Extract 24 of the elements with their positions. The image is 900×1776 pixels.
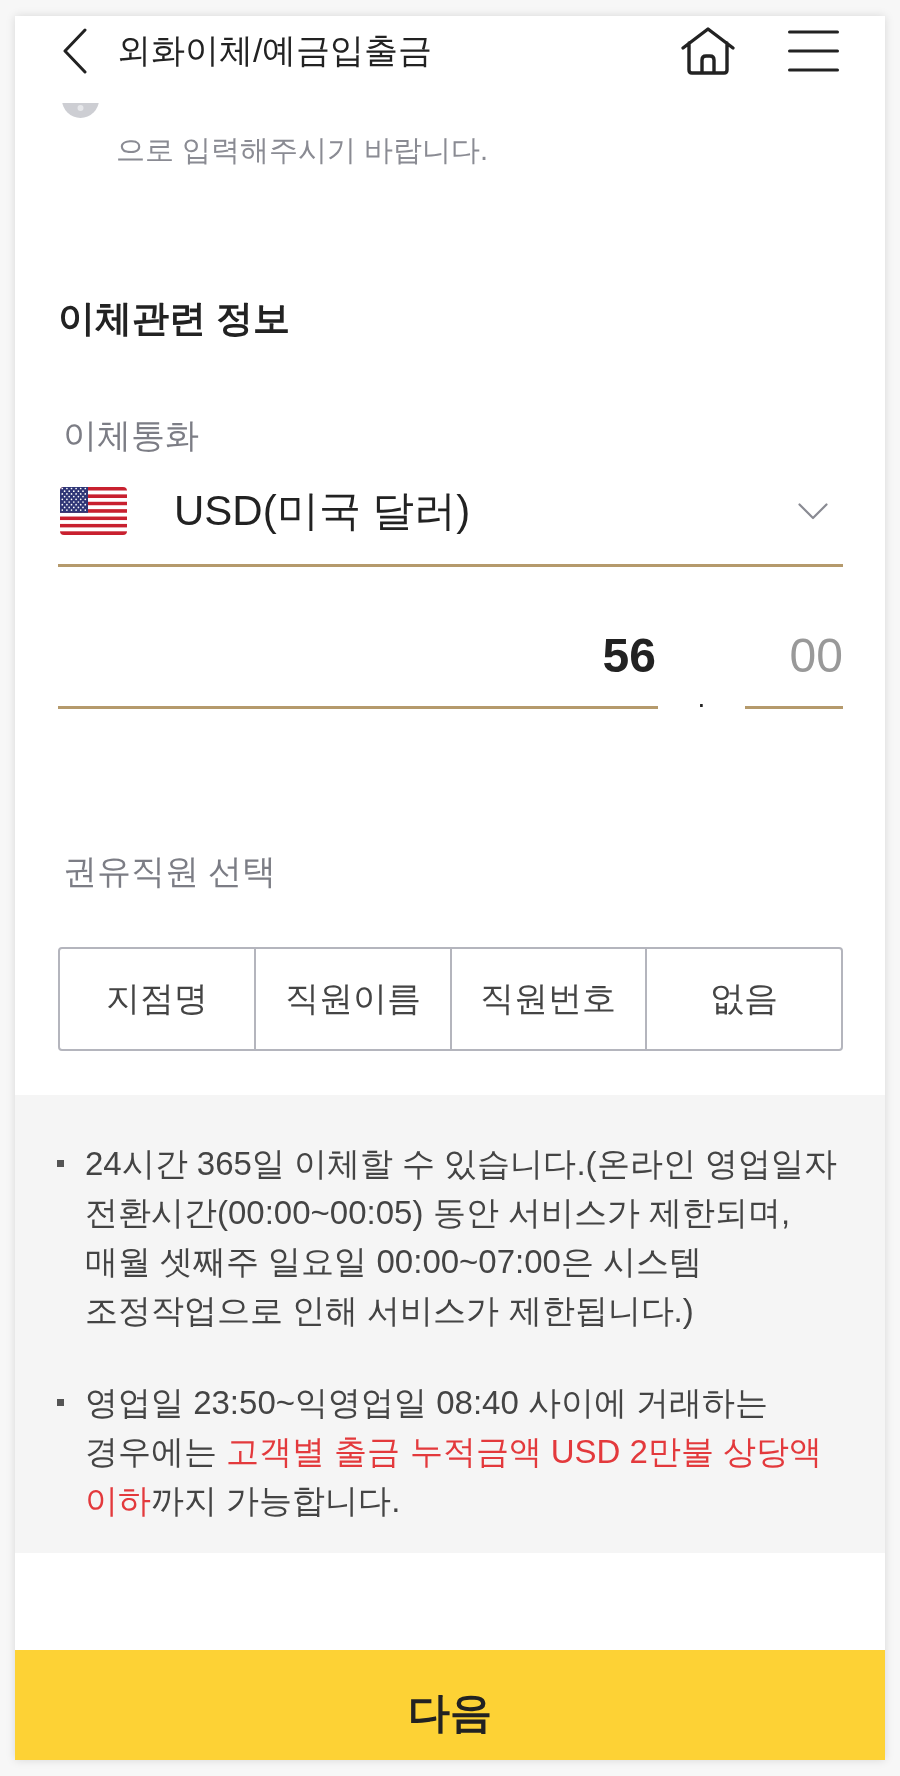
flag-icon — [60, 487, 127, 535]
section-title: 이체관련 정보 — [58, 297, 292, 341]
staff-option-button[interactable]: 없음 — [647, 947, 843, 1051]
menu-icon[interactable] — [788, 30, 839, 72]
notice-text: 영업일 23:50~익영업일 08:40 사이에 거래하는 경우에는 고객별 출금 누적금액 USD 2만불 상당액 이하까지 가능합니다. — [85, 1383, 824, 1521]
next-button[interactable]: 다음 — [15, 1650, 885, 1760]
staff-option-button[interactable]: 지점명 — [58, 947, 256, 1051]
decimal-field[interactable]: 00 — [745, 619, 843, 709]
bullet-icon — [57, 1160, 64, 1167]
chevron-down-icon — [798, 502, 828, 520]
field-label: 이체통화 — [63, 416, 199, 454]
field-label: 권유직원 선택 — [63, 852, 277, 890]
page-title: 외화이체/예금입출금 — [117, 30, 433, 71]
decimal-point: . — [697, 687, 706, 709]
back-icon[interactable] — [62, 28, 88, 74]
currency-select[interactable]: USD(미국 달러) — [58, 456, 843, 567]
info-text: 으로 입력해주시기 바랍니다. — [116, 133, 489, 168]
amount-field[interactable]: 56 — [58, 619, 658, 709]
staff-option-button[interactable]: 직원이름 — [255, 947, 452, 1051]
info-icon — [62, 103, 99, 118]
home-icon[interactable] — [680, 26, 736, 76]
staff-option-button[interactable]: 직원번호 — [451, 947, 648, 1051]
notice-text: 24시간 365일 이체할 수 있습니다.(온라인 영업일자 전환시간(00:00~00:05) 동안 서비스가 제한되며, 매월 셋째주 일요일 00:00~07:00은 시스템 조정작업으로 인해 서비스가 제한됩니다.) — [85, 1144, 838, 1331]
bullet-icon — [57, 1399, 64, 1406]
